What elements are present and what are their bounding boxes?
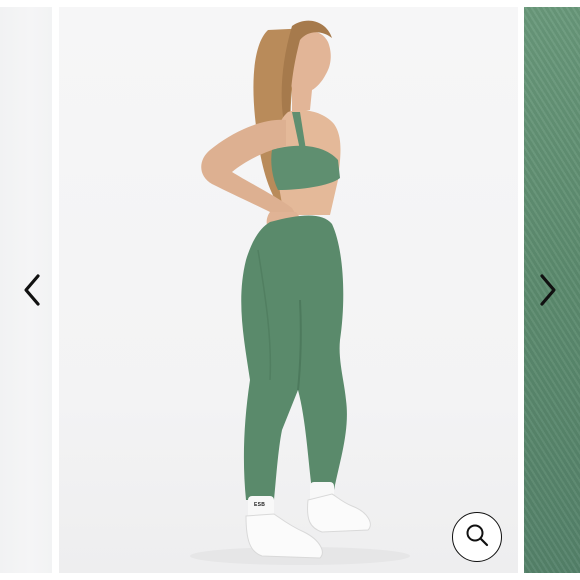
model-wearing-green-leggings-illustration [190,20,410,565]
previous-image-button[interactable] [12,272,52,312]
chevron-left-icon [21,273,43,312]
magnifier-icon [464,522,490,553]
chevron-right-icon [537,273,559,312]
next-image-button[interactable] [528,272,568,312]
sock-logo-text: ESB [254,502,266,508]
product-image-carousel: ESB [0,0,580,580]
zoom-button[interactable] [452,512,502,562]
main-product-image[interactable] [59,7,518,573]
